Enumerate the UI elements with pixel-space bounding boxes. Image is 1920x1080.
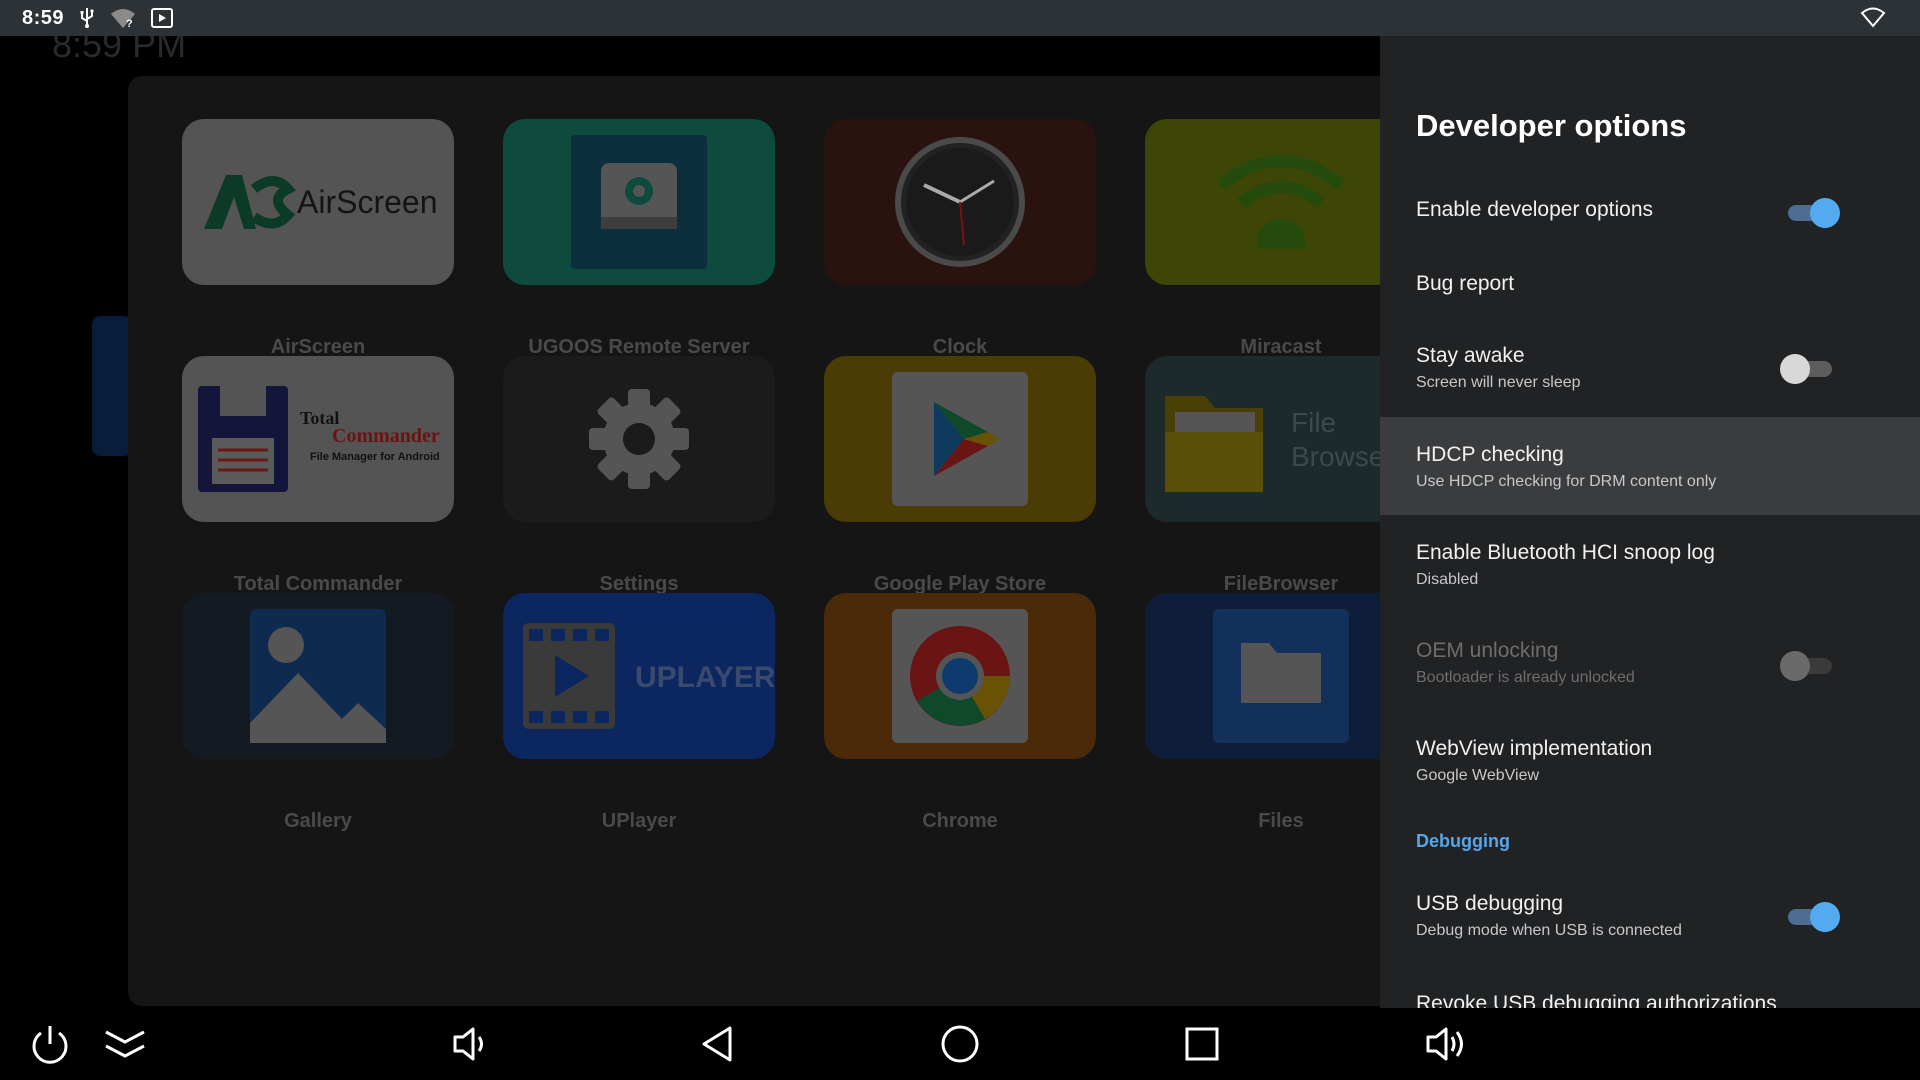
pref-title: Stay awake xyxy=(1416,344,1525,367)
pref-enable-developer-options[interactable]: Enable developer options xyxy=(1380,176,1920,250)
collapse-icon[interactable] xyxy=(100,1020,150,1068)
pref-webview-implementation[interactable]: WebView implementation Google WebView xyxy=(1380,711,1920,809)
pref-title: Enable developer options xyxy=(1416,198,1654,221)
app-tile-miracast[interactable] xyxy=(1145,119,1380,285)
gallery-icon xyxy=(250,609,386,743)
pref-usb-debugging[interactable]: USB debugging Debug mode when USB is con… xyxy=(1380,866,1920,966)
airscreen-icon: AirScreen xyxy=(204,175,438,229)
navigation-bar xyxy=(0,1008,1920,1080)
recents-icon[interactable] xyxy=(1177,1020,1227,1068)
uplayer-icon: UPLAYER xyxy=(523,623,775,729)
volume-down-icon[interactable] xyxy=(445,1020,495,1068)
settings-icon xyxy=(589,389,689,489)
google-play-icon xyxy=(892,372,1028,506)
svg-text:UPLAYER: UPLAYER xyxy=(635,661,775,694)
side-app-peek xyxy=(92,316,132,456)
usb-debugging-toggle[interactable] xyxy=(1780,902,1840,932)
pref-summary: Debug mode when USB is connected xyxy=(1416,922,1682,939)
stay-awake-toggle[interactable] xyxy=(1780,354,1840,384)
volume-up-icon[interactable] xyxy=(1422,1020,1472,1068)
usb-icon xyxy=(78,7,96,29)
files-icon xyxy=(1213,609,1349,743)
pref-bug-report[interactable]: Bug report xyxy=(1380,250,1920,322)
screen-cast-icon xyxy=(150,7,174,29)
pref-summary: Screen will never sleep xyxy=(1416,374,1581,391)
pref-summary: Disabled xyxy=(1416,571,1479,588)
wifi-unknown-icon: ? xyxy=(110,7,136,29)
total-commander-icon: Total Commander File Manager for Android xyxy=(198,386,440,492)
status-time: 8:59 xyxy=(22,6,65,29)
miracast-icon xyxy=(1217,155,1345,249)
app-label-chrome: Chrome xyxy=(922,810,998,832)
app-label-uplayer: UPlayer xyxy=(601,810,677,832)
launcher-background: 8:59 PM AirScreen AirScreen UGOOS Remote… xyxy=(0,36,1380,1006)
pref-summary: Use HDCP checking for DRM content only xyxy=(1416,473,1717,490)
status-bar: 8:59 ? xyxy=(0,0,1920,36)
svg-text:?: ? xyxy=(126,18,133,29)
app-tile-clock[interactable] xyxy=(824,119,1096,285)
pref-title: Revoke USB debugging authorizations xyxy=(1416,992,1777,1008)
app-tile-ugoos-remote[interactable] xyxy=(503,119,775,285)
app-label-gallery: Gallery xyxy=(284,810,352,832)
pref-title: Enable Bluetooth HCI snoop log xyxy=(1416,541,1715,564)
app-tile-uplayer[interactable]: UPLAYER xyxy=(503,593,775,759)
oem-unlocking-toggle xyxy=(1780,651,1840,681)
pref-title: Bug report xyxy=(1416,272,1515,295)
power-icon[interactable] xyxy=(25,1020,75,1068)
pref-oem-unlocking: OEM unlocking Bootloader is already unlo… xyxy=(1380,613,1920,711)
wifi-icon xyxy=(1860,6,1886,33)
svg-text:File: File xyxy=(1291,407,1336,438)
pref-title: OEM unlocking xyxy=(1416,639,1559,662)
pref-summary: Google WebView xyxy=(1416,767,1540,784)
svg-text:Commander: Commander xyxy=(332,425,440,447)
developer-options-panel: Developer options Enable developer optio… xyxy=(1380,36,1920,1008)
filebrowser-icon: File Browse xyxy=(1165,396,1380,492)
app-tile-google-play[interactable] xyxy=(824,356,1096,522)
app-tile-airscreen[interactable]: AirScreen xyxy=(182,119,454,285)
chrome-icon xyxy=(892,609,1028,743)
app-label-files: Files xyxy=(1258,810,1304,832)
pref-summary: Bootloader is already unlocked xyxy=(1416,669,1635,686)
enable-developer-options-toggle[interactable] xyxy=(1780,198,1840,228)
pref-stay-awake[interactable]: Stay awake Screen will never sleep xyxy=(1380,322,1920,420)
svg-text:File Manager for Android: File Manager for Android xyxy=(310,451,440,463)
desktop-clock: 8:59 PM xyxy=(52,36,187,65)
app-tile-filebrowser[interactable]: File Browse xyxy=(1145,356,1380,522)
svg-text:AirScreen: AirScreen xyxy=(297,184,438,220)
app-tile-settings[interactable] xyxy=(503,356,775,522)
back-icon[interactable] xyxy=(693,1020,743,1068)
pref-title: USB debugging xyxy=(1416,892,1564,915)
pref-bluetooth-hci-snoop[interactable]: Enable Bluetooth HCI snoop log Disabled xyxy=(1380,515,1920,613)
pref-revoke-usb-authorizations[interactable]: Revoke USB debugging authorizations xyxy=(1380,966,1920,1008)
clock-icon xyxy=(895,137,1025,267)
app-tile-files[interactable] xyxy=(1145,593,1380,759)
panel-title: Developer options xyxy=(1416,108,1687,143)
home-icon[interactable] xyxy=(935,1020,985,1068)
pref-hdcp-checking[interactable]: HDCP checking Use HDCP checking for DRM … xyxy=(1380,417,1920,515)
section-header-debugging: Debugging xyxy=(1416,831,1510,851)
app-tile-gallery[interactable] xyxy=(182,593,454,759)
svg-text:Browse: Browse xyxy=(1291,441,1380,472)
app-tile-chrome[interactable] xyxy=(824,593,1096,759)
pref-title: WebView implementation xyxy=(1416,737,1653,760)
app-tile-total-commander[interactable]: Total Commander File Manager for Android xyxy=(182,356,454,522)
ugoos-remote-icon xyxy=(571,135,707,269)
pref-title: HDCP checking xyxy=(1416,443,1564,466)
